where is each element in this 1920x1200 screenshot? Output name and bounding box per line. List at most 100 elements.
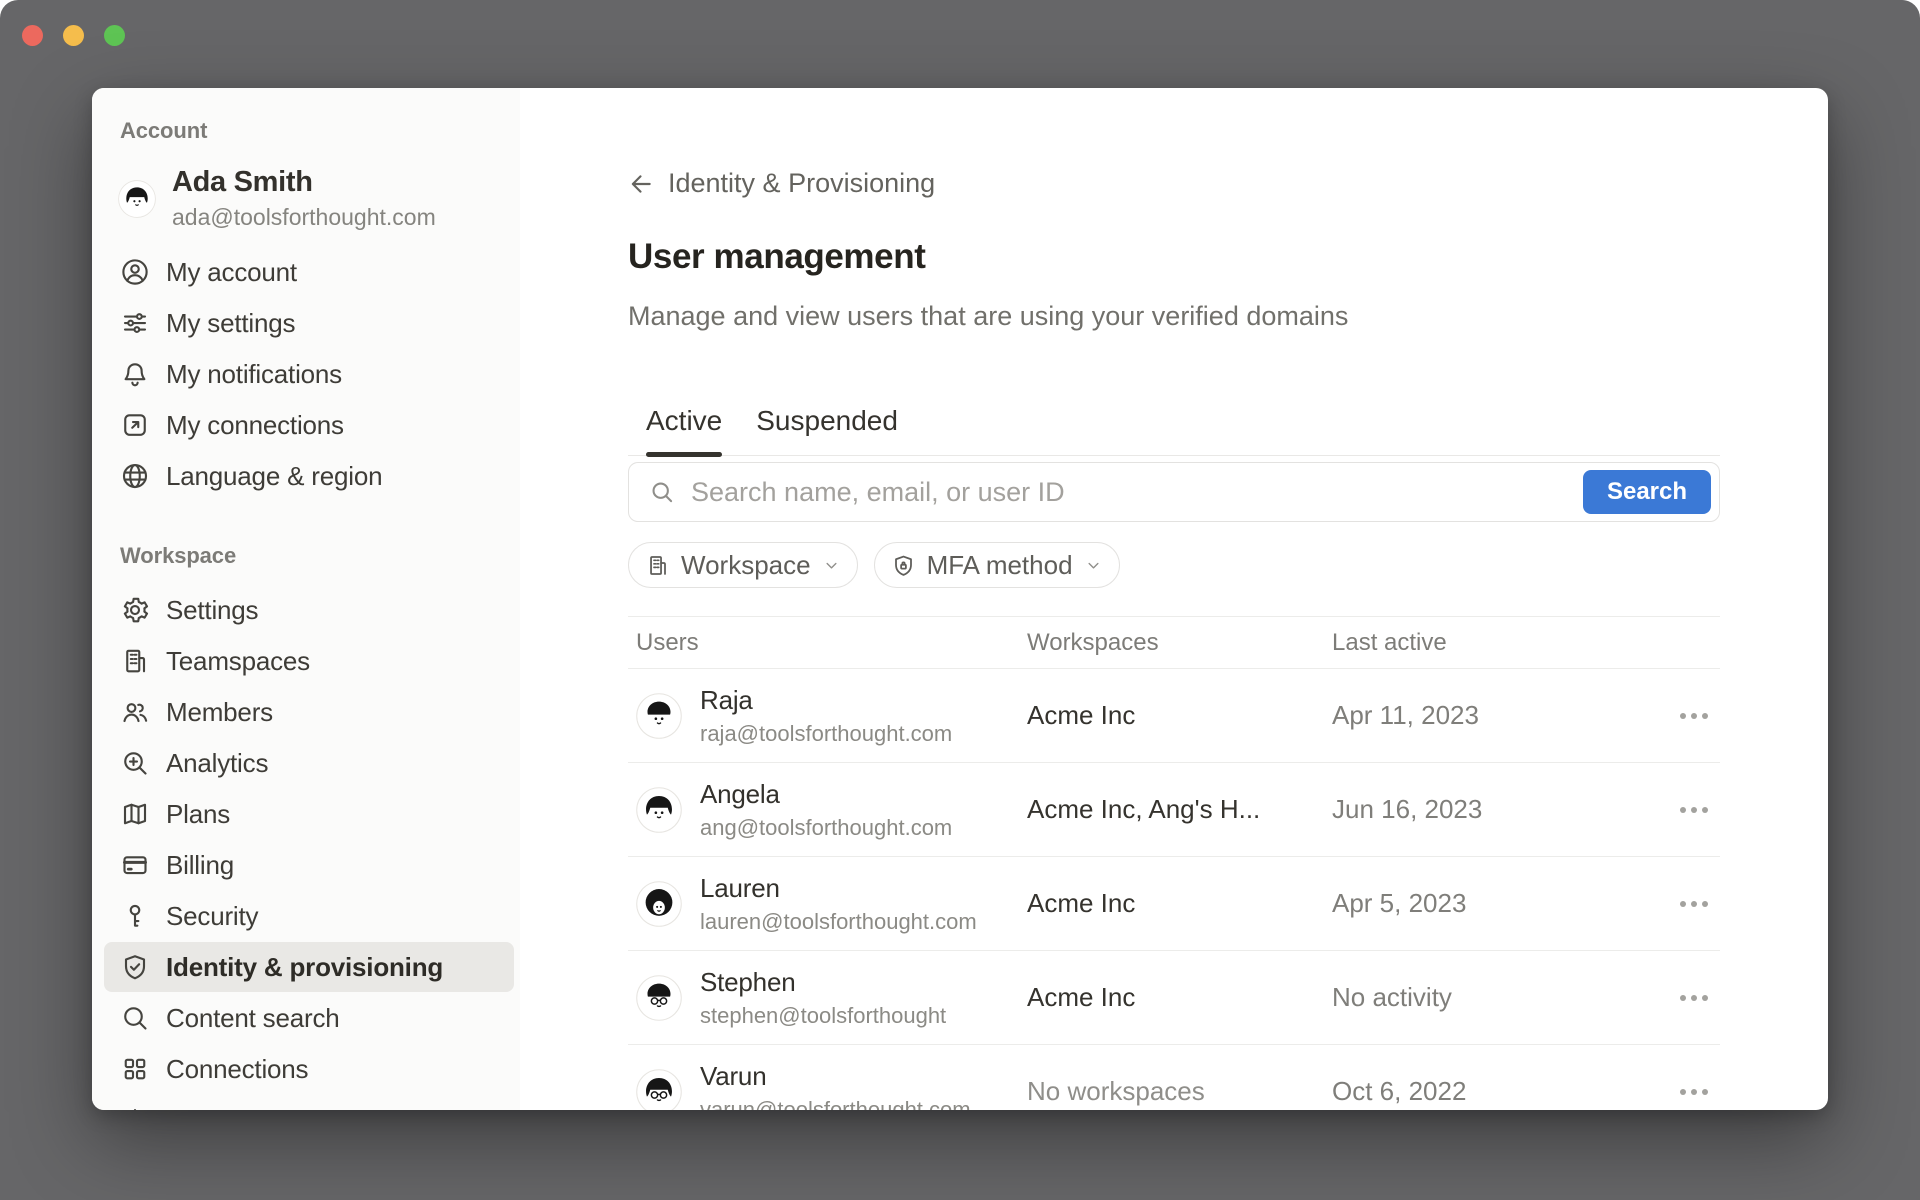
- row-menu-button[interactable]: [1660, 995, 1720, 1001]
- avatar: [636, 975, 682, 1021]
- ellipsis-icon: [1680, 807, 1686, 813]
- sidebar-item-import[interactable]: Import: [104, 1095, 514, 1110]
- sidebar-item-label: Import: [166, 1105, 238, 1111]
- user-row-name: Lauren: [700, 873, 977, 904]
- search-button[interactable]: Search: [1583, 470, 1711, 514]
- sidebar-item-label: Settings: [166, 595, 258, 626]
- ellipsis-icon: [1680, 901, 1686, 907]
- globe-icon: [120, 461, 150, 491]
- settings-window: Account Ada Smith ada@toolsforthought.co…: [92, 88, 1828, 1110]
- sidebar-item-my-settings[interactable]: My settings: [104, 298, 514, 348]
- sidebar-item-label: Connections: [166, 1054, 308, 1085]
- row-menu-button[interactable]: [1660, 807, 1720, 813]
- page-subtitle: Manage and view users that are using you…: [628, 301, 1720, 332]
- avatar: [636, 693, 682, 739]
- row-menu-button[interactable]: [1660, 713, 1720, 719]
- workspaces-cell: No workspaces: [1027, 1076, 1332, 1107]
- sidebar-item-members[interactable]: Members: [104, 687, 514, 737]
- sidebar-item-content-search[interactable]: Content search: [104, 993, 514, 1043]
- ellipsis-icon: [1680, 995, 1686, 1001]
- user-row-name: Raja: [700, 685, 952, 716]
- back-link-label: Identity & Provisioning: [668, 168, 935, 199]
- sidebar-item-plans[interactable]: Plans: [104, 789, 514, 839]
- search-icon: [649, 479, 675, 505]
- person-circle-icon: [120, 257, 150, 287]
- avatar: [118, 180, 156, 218]
- workspaces-cell: Acme Inc, Ang's H...: [1027, 794, 1332, 825]
- user-search-bar: Search: [628, 462, 1720, 522]
- user-row-email: ang@toolsforthought.com: [700, 815, 952, 841]
- user-row-varun[interactable]: Varunvarun@toolsforthought.comNo workspa…: [628, 1045, 1720, 1110]
- chevron-down-icon: [1084, 556, 1103, 575]
- building-icon: [120, 646, 150, 676]
- sidebar-item-label: Identity & provisioning: [166, 952, 443, 983]
- user-row-stephen[interactable]: Stephenstephen@toolsforthoughtAcme IncNo…: [628, 951, 1720, 1045]
- download-icon: [120, 1105, 150, 1110]
- sidebar-item-label: Analytics: [166, 748, 268, 779]
- last-active-cell: Jun 16, 2023: [1332, 794, 1660, 825]
- current-user: Ada Smith ada@toolsforthought.com: [118, 166, 514, 231]
- workspaces-cell: Acme Inc: [1027, 982, 1332, 1013]
- search-input[interactable]: [689, 476, 1583, 509]
- minimize-button[interactable]: [63, 25, 84, 46]
- user-row-lauren[interactable]: Laurenlauren@toolsforthought.comAcme Inc…: [628, 857, 1720, 951]
- user-row-name: Stephen: [700, 967, 946, 998]
- people-icon: [120, 697, 150, 727]
- sidebar-item-label: My notifications: [166, 359, 342, 390]
- user-row-email: lauren@toolsforthought.com: [700, 909, 977, 935]
- sidebar-item-teamspaces[interactable]: Teamspaces: [104, 636, 514, 686]
- back-link[interactable]: Identity & Provisioning: [628, 168, 1720, 199]
- sidebar-item-identity-provisioning[interactable]: Identity & provisioning: [104, 942, 514, 992]
- back-arrow-icon: [628, 171, 654, 197]
- last-active-cell: Oct 6, 2022: [1332, 1076, 1660, 1107]
- sidebar-item-label: Security: [166, 901, 258, 932]
- user-cell: Rajaraja@toolsforthought.com: [628, 685, 1027, 747]
- sidebar-item-analytics[interactable]: Analytics: [104, 738, 514, 788]
- window-controls: [22, 25, 125, 46]
- sidebar-item-label: Plans: [166, 799, 230, 830]
- users-table: UsersWorkspacesLast active Rajaraja@tool…: [628, 616, 1720, 1110]
- sidebar-item-security[interactable]: Security: [104, 891, 514, 941]
- filter-chip-workspace[interactable]: Workspace: [628, 542, 858, 588]
- chevron-down-icon: [822, 556, 841, 575]
- zoom-button[interactable]: [104, 25, 125, 46]
- filter-chip-label: MFA method: [927, 550, 1073, 581]
- filter-chip-mfa-method[interactable]: MFA method: [874, 542, 1120, 588]
- sidebar-item-label: Billing: [166, 850, 234, 881]
- key-icon: [120, 901, 150, 931]
- sidebar-item-billing[interactable]: Billing: [104, 840, 514, 890]
- magnifier-plus-icon: [120, 748, 150, 778]
- sidebar-item-language-region[interactable]: Language & region: [104, 451, 514, 501]
- sidebar-item-my-account[interactable]: My account: [104, 247, 514, 297]
- sidebar-item-my-notifications[interactable]: My notifications: [104, 349, 514, 399]
- settings-sidebar: Account Ada Smith ada@toolsforthought.co…: [92, 88, 520, 1110]
- sidebar-item-connections[interactable]: Connections: [104, 1044, 514, 1094]
- user-cell: Lauren lauren@toolsforthought.com: [628, 873, 1027, 935]
- ellipsis-icon: [1680, 713, 1686, 719]
- sidebar-item-label: Content search: [166, 1003, 340, 1034]
- user-row-angela[interactable]: Angela ang@toolsforthought.com Acme Inc, A…: [628, 763, 1720, 857]
- filter-chip-label: Workspace: [681, 550, 811, 581]
- user-row-raja[interactable]: Rajaraja@toolsforthought.comAcme IncApr …: [628, 669, 1720, 763]
- sidebar-item-label: My connections: [166, 410, 344, 441]
- user-row-email: varun@toolsforthought.com: [700, 1097, 971, 1111]
- shield-lock-icon: [891, 553, 916, 578]
- filter-bar: Workspace MFA method: [628, 542, 1720, 588]
- sidebar-item-my-connections[interactable]: My connections: [104, 400, 514, 450]
- user-name: Ada Smith: [172, 166, 436, 199]
- workspaces-cell: Acme Inc: [1027, 700, 1332, 731]
- tab-active[interactable]: Active: [646, 405, 722, 455]
- user-cell: Varunvarun@toolsforthought.com: [628, 1061, 1027, 1111]
- ellipsis-icon: [1680, 1089, 1686, 1095]
- sidebar-item-settings[interactable]: Settings: [104, 585, 514, 635]
- credit-card-icon: [120, 850, 150, 880]
- tab-suspended[interactable]: Suspended: [756, 405, 898, 455]
- user-management-panel: Identity & Provisioning User management …: [520, 88, 1828, 1110]
- user-row-name: Angela: [700, 779, 952, 810]
- last-active-cell: Apr 11, 2023: [1332, 700, 1660, 731]
- user-email: ada@toolsforthought.com: [172, 204, 436, 231]
- workspace-menu: Settings TeamspacesMembers Analytics Plans B…: [92, 585, 520, 1110]
- close-button[interactable]: [22, 25, 43, 46]
- row-menu-button[interactable]: [1660, 901, 1720, 907]
- row-menu-button[interactable]: [1660, 1089, 1720, 1095]
